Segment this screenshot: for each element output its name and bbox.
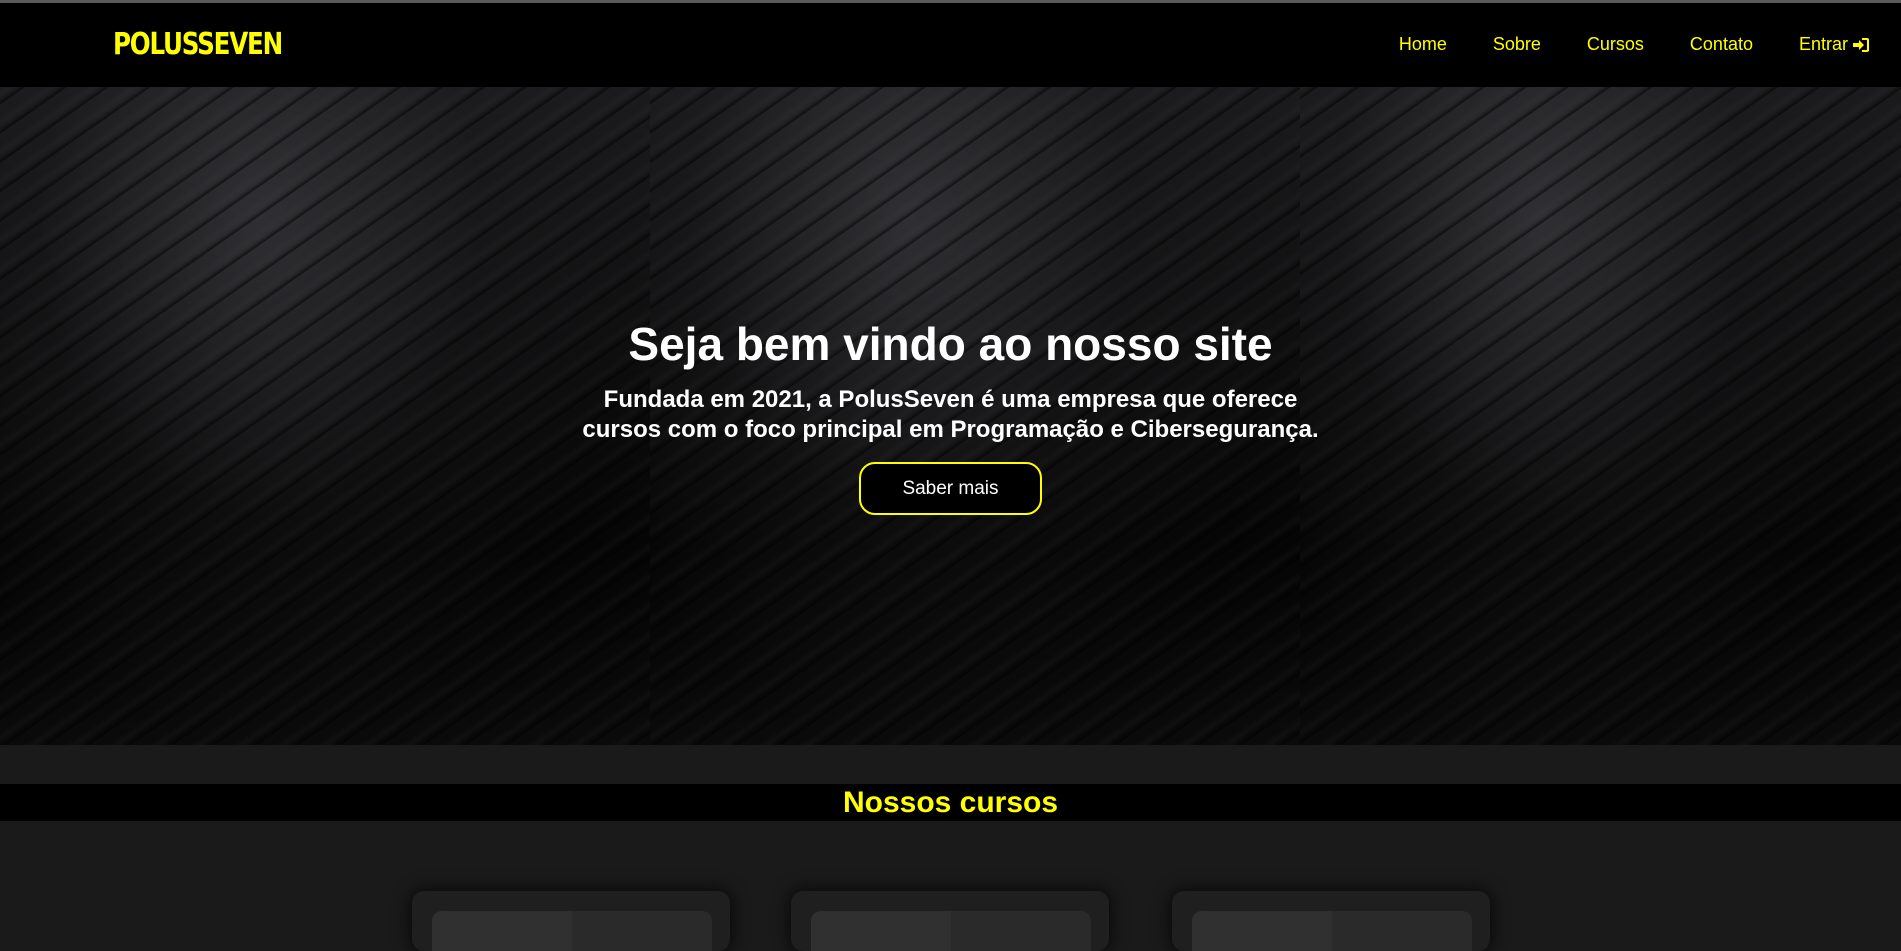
hero-title: Seja bem vindo ao nosso site xyxy=(628,318,1273,370)
course-card[interactable] xyxy=(1172,891,1490,951)
nav-cursos[interactable]: Cursos xyxy=(1587,34,1644,55)
hero-section: Seja bem vindo ao nosso site Fundada em … xyxy=(0,87,1901,745)
hero-subtitle: Fundada em 2021, a PolusSeven é uma empr… xyxy=(0,385,1901,445)
sign-in-icon xyxy=(1853,37,1869,52)
nav-entrar[interactable]: Entrar xyxy=(1799,34,1870,55)
nav-contato[interactable]: Contato xyxy=(1690,34,1753,55)
courses-title: Nossos cursos xyxy=(842,786,1059,819)
hero-subtitle-line: cursos com o foco principal em Programaç… xyxy=(582,416,1319,443)
saber-mais-button[interactable]: Saber mais xyxy=(859,462,1042,515)
site-logo[interactable]: POLUSSEVEN xyxy=(113,27,283,62)
hero-content: Seja bem vindo ao nosso site Fundada em … xyxy=(0,87,1901,745)
nav-sobre[interactable]: Sobre xyxy=(1493,34,1541,55)
nav-home[interactable]: Home xyxy=(1399,34,1447,55)
main-nav: Home Sobre Cursos Contato Entrar xyxy=(1353,34,1870,55)
site-header: POLUSSEVEN Home Sobre Cursos Contato Ent… xyxy=(0,3,1901,87)
nav-entrar-label: Entrar xyxy=(1798,34,1848,54)
course-card[interactable] xyxy=(412,891,730,951)
course-card-thumbnail xyxy=(1192,911,1472,951)
course-card-thumbnail xyxy=(811,911,1091,951)
hero-subtitle-line: Fundada em 2021, a PolusSeven é uma empr… xyxy=(603,386,1298,413)
course-card[interactable] xyxy=(791,891,1109,951)
courses-heading-bar: Nossos cursos xyxy=(0,784,1901,821)
course-card-thumbnail xyxy=(432,911,712,951)
